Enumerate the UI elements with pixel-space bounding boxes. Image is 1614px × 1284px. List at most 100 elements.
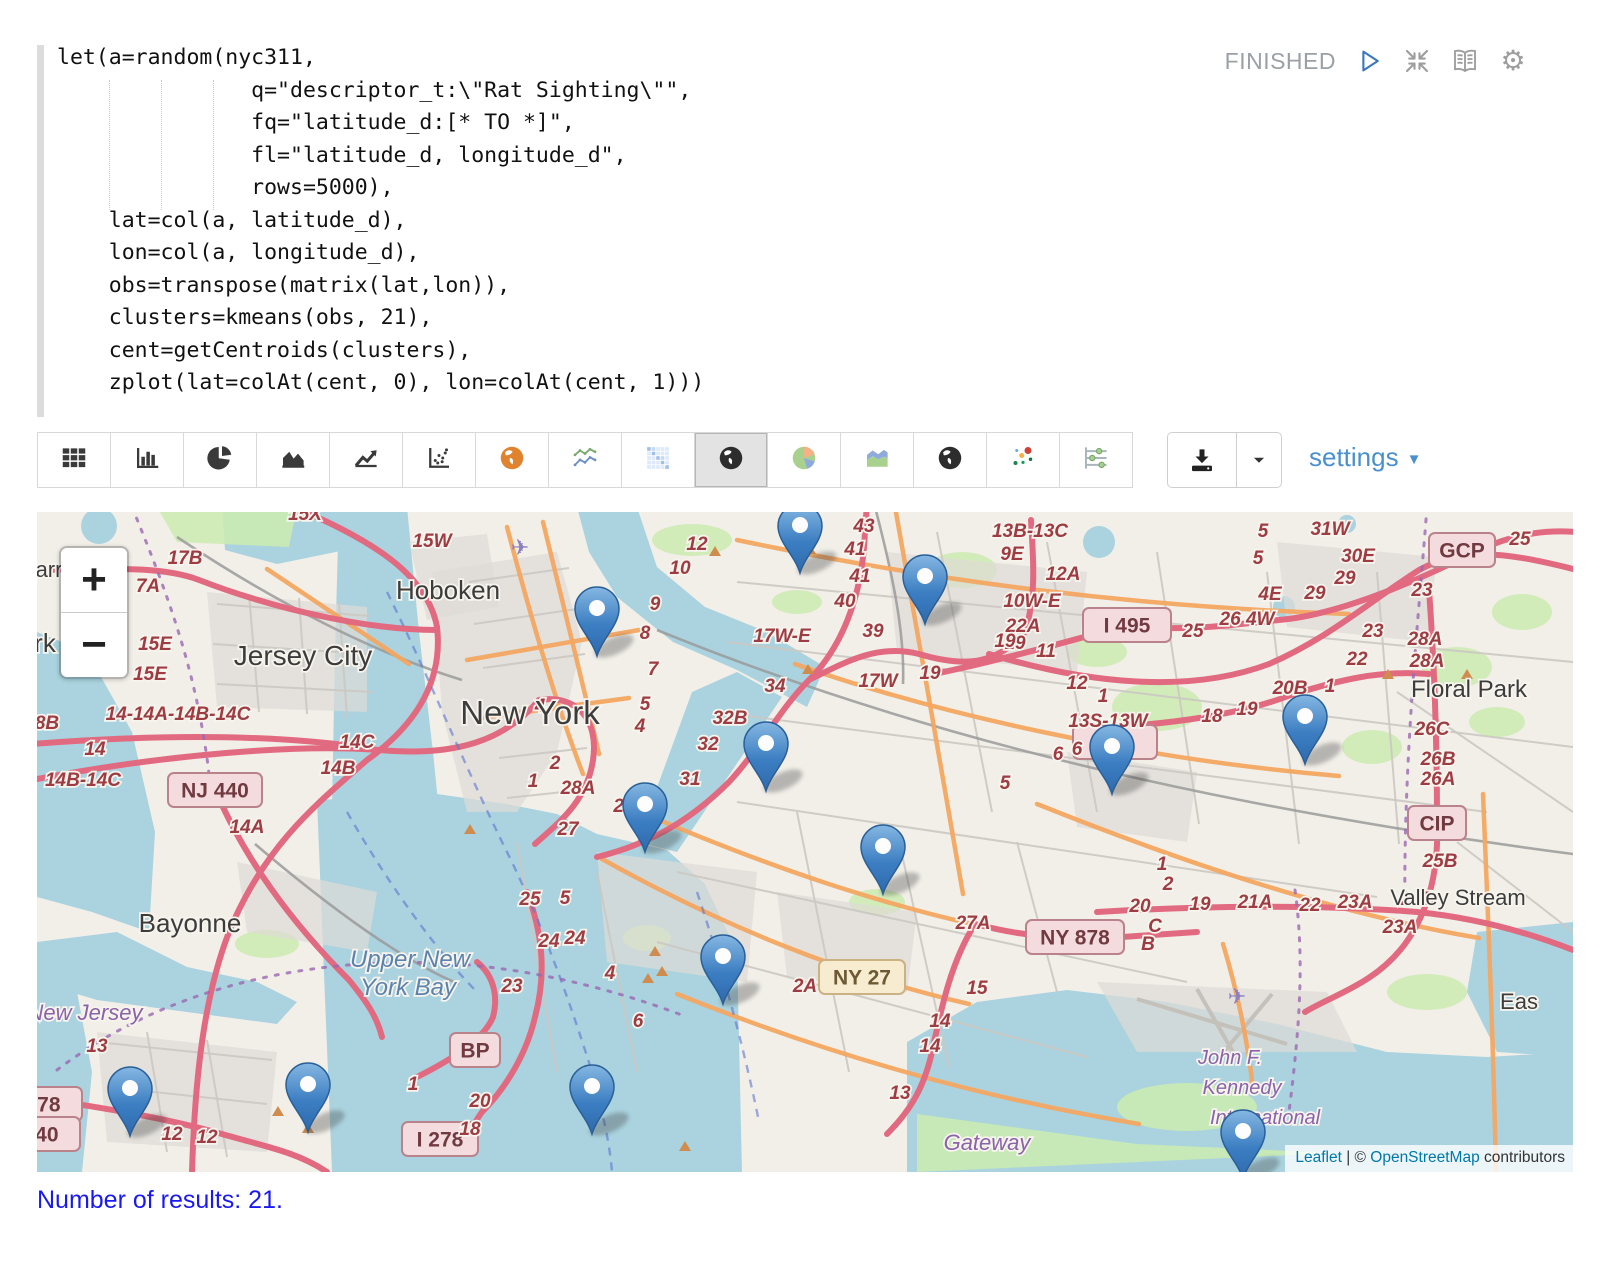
download-caret-button[interactable] bbox=[1237, 433, 1281, 487]
svg-text:NJ 440: NJ 440 bbox=[181, 780, 249, 803]
svg-text:14C: 14C bbox=[340, 732, 375, 753]
svg-text:13: 13 bbox=[86, 1036, 108, 1057]
chart-type-scatter-color-button[interactable] bbox=[987, 433, 1060, 487]
svg-text:28A: 28A bbox=[560, 778, 596, 799]
svg-text:2A: 2A bbox=[792, 976, 817, 997]
svg-text:29: 29 bbox=[1303, 583, 1326, 604]
svg-text:21A: 21A bbox=[1237, 892, 1273, 913]
download-button[interactable] bbox=[1168, 433, 1237, 487]
attribution-suffix: contributors bbox=[1480, 1149, 1565, 1166]
download-icon bbox=[1187, 445, 1217, 475]
multi-line-chart-icon bbox=[570, 443, 600, 478]
notebook-paragraph: let(a=random(nyc311, q="descriptor_t:\"R… bbox=[0, 0, 1614, 430]
svg-text:✈: ✈ bbox=[1228, 984, 1246, 1009]
svg-text:5: 5 bbox=[640, 694, 651, 715]
svg-text:27: 27 bbox=[556, 819, 580, 840]
svg-text:15E: 15E bbox=[133, 664, 168, 685]
scatter-chart-icon bbox=[424, 443, 454, 478]
pie-chart-icon bbox=[205, 443, 235, 478]
svg-text:John F.: John F. bbox=[1197, 1047, 1262, 1069]
chart-type-buttons bbox=[37, 432, 1133, 488]
svg-text:23A: 23A bbox=[1382, 917, 1418, 938]
svg-text:2: 2 bbox=[1162, 874, 1174, 895]
svg-text:1: 1 bbox=[1098, 686, 1109, 707]
svg-text:17W: 17W bbox=[858, 671, 899, 692]
svg-text:25: 25 bbox=[1181, 621, 1204, 642]
svg-text:12: 12 bbox=[686, 534, 708, 555]
pie-color-icon bbox=[789, 443, 819, 478]
results-count-text: Number of results: 21. bbox=[37, 1186, 283, 1215]
svg-text:6: 6 bbox=[1053, 744, 1064, 765]
svg-text:41: 41 bbox=[843, 539, 865, 560]
svg-text:23: 23 bbox=[1410, 580, 1433, 601]
report-view-icon[interactable] bbox=[1450, 46, 1480, 76]
run-icon[interactable] bbox=[1354, 46, 1384, 76]
chart-type-heatmap-button[interactable] bbox=[622, 433, 695, 487]
svg-text:32: 32 bbox=[697, 734, 719, 755]
chart-type-line-chart-button[interactable] bbox=[330, 433, 403, 487]
chart-type-multi-line-chart-button[interactable] bbox=[549, 433, 622, 487]
svg-text:26C: 26C bbox=[1414, 719, 1450, 740]
svg-text:10W-E: 10W-E bbox=[1003, 591, 1062, 612]
chart-type-pie-chart-button[interactable] bbox=[184, 433, 257, 487]
svg-text:14B: 14B bbox=[321, 758, 356, 779]
download-button-group bbox=[1167, 432, 1282, 488]
chart-type-globe-map-2-button[interactable] bbox=[914, 433, 987, 487]
svg-text:Jersey City: Jersey City bbox=[234, 640, 372, 671]
svg-text:19: 19 bbox=[1189, 894, 1211, 915]
svg-text:1: 1 bbox=[1325, 676, 1336, 697]
heatmap-icon bbox=[643, 443, 673, 478]
chart-type-globe-orange-button[interactable] bbox=[476, 433, 549, 487]
indent-guide bbox=[161, 80, 162, 210]
svg-text:25B: 25B bbox=[1422, 851, 1458, 872]
svg-text:Upper New: Upper New bbox=[350, 946, 472, 973]
svg-text:26B: 26B bbox=[1420, 749, 1456, 770]
svg-text:6: 6 bbox=[633, 1011, 644, 1032]
svg-text:15E: 15E bbox=[138, 634, 173, 655]
svg-text:NY 27: NY 27 bbox=[833, 967, 891, 990]
svg-text:24: 24 bbox=[537, 931, 560, 952]
svg-text:18: 18 bbox=[459, 1119, 481, 1140]
chart-type-facet-sliders-button[interactable] bbox=[1060, 433, 1132, 487]
svg-text:15W: 15W bbox=[412, 531, 453, 552]
svg-text:14A: 14A bbox=[230, 817, 265, 838]
leaflet-link[interactable]: Leaflet bbox=[1295, 1149, 1342, 1166]
chart-type-area-chart-button[interactable] bbox=[257, 433, 330, 487]
collapse-icon[interactable] bbox=[1402, 46, 1432, 76]
chart-type-scatter-chart-button[interactable] bbox=[403, 433, 476, 487]
svg-text:43: 43 bbox=[852, 516, 875, 537]
svg-text:12: 12 bbox=[161, 1124, 183, 1145]
chart-type-table-button[interactable] bbox=[38, 433, 111, 487]
settings-toggle[interactable]: settings ▼ bbox=[1309, 442, 1421, 473]
svg-text:19: 19 bbox=[919, 663, 941, 684]
chart-type-area-color-button[interactable] bbox=[841, 433, 914, 487]
table-icon bbox=[59, 443, 89, 478]
map-zoom-control: + − bbox=[59, 546, 129, 679]
gear-icon[interactable]: ⚙ bbox=[1498, 46, 1528, 76]
svg-text:15: 15 bbox=[966, 978, 988, 999]
svg-text:25: 25 bbox=[518, 889, 541, 910]
zoom-out-button[interactable]: − bbox=[61, 613, 127, 677]
visualization-toolbar: settings ▼ bbox=[37, 432, 1577, 488]
leaflet-map[interactable]: ✈✈I 495NJ 440NY 878NY 27GCPCIPBPI 278278… bbox=[37, 512, 1573, 1172]
svg-text:NY 878: NY 878 bbox=[1040, 927, 1110, 950]
svg-text:5: 5 bbox=[1258, 521, 1269, 542]
globe-map-2-icon bbox=[935, 443, 965, 478]
svg-text:34: 34 bbox=[764, 676, 786, 697]
svg-text:29: 29 bbox=[1333, 568, 1356, 589]
svg-text:✈: ✈ bbox=[511, 535, 529, 560]
svg-text:17W-E: 17W-E bbox=[753, 626, 812, 647]
chart-type-pie-color-button[interactable] bbox=[768, 433, 841, 487]
svg-text:7: 7 bbox=[648, 659, 660, 680]
chart-type-globe-map-button[interactable] bbox=[695, 433, 768, 487]
area-color-icon bbox=[862, 443, 892, 478]
openstreetmap-link[interactable]: OpenStreetMap bbox=[1370, 1149, 1479, 1166]
paragraph-gutter bbox=[37, 45, 44, 417]
code-editor[interactable]: let(a=random(nyc311, q="descriptor_t:\"R… bbox=[57, 42, 704, 400]
zoom-in-button[interactable]: + bbox=[61, 548, 127, 613]
svg-text:17B: 17B bbox=[168, 548, 203, 569]
svg-text:5: 5 bbox=[1000, 773, 1011, 794]
chart-type-bar-chart-button[interactable] bbox=[111, 433, 184, 487]
svg-text:39: 39 bbox=[862, 621, 884, 642]
indent-guide bbox=[109, 80, 110, 210]
